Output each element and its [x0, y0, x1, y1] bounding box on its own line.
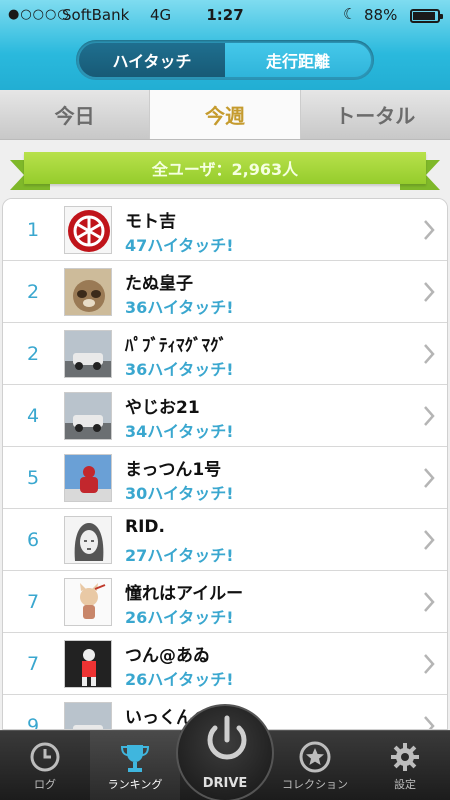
- ranking-row[interactable]: 2 たぬ皇子 36ハイタッチ!: [3, 261, 447, 323]
- tab-ranking-label: ランキング: [107, 778, 163, 791]
- user-avatar: [64, 702, 112, 729]
- chevron-right-icon: [424, 592, 435, 612]
- tab-ranking[interactable]: ランキング: [90, 731, 180, 800]
- ranking-row[interactable]: 1 モト吉 47ハイタッチ!: [3, 199, 447, 261]
- tab-this-week[interactable]: 今週: [149, 90, 301, 139]
- ranking-row[interactable]: 7 つん@あゐ 26ハイタッチ!: [3, 633, 447, 695]
- segment-high-touch[interactable]: ハイタッチ: [79, 43, 225, 77]
- power-icon: [207, 715, 247, 760]
- ranking-row[interactable]: 5 まっつん1号 30ハイタッチ!: [3, 447, 447, 509]
- ranking-row[interactable]: 7 憧れはアイルー 26ハイタッチ!: [3, 571, 447, 633]
- ranking-list[interactable]: 1 モト吉 47ハイタッチ! 2 たぬ皇子 36ハイタッチ! 2 ﾊﾟﾌﾞﾃｨﾏｸﾞﾏｸﾞ 36…: [2, 198, 448, 730]
- chevron-right-icon: [424, 654, 435, 674]
- user-name: まっつん1号: [125, 460, 222, 480]
- rank-number: 6: [26, 529, 40, 551]
- user-name: つん@あゐ: [125, 646, 210, 666]
- segment-distance[interactable]: 走行距離: [225, 43, 371, 77]
- user-name: モト吉: [125, 212, 176, 232]
- user-name: 憧れはアイルー: [125, 584, 244, 604]
- ranking-row[interactable]: 6 RID. 27ハイタッチ!: [3, 509, 447, 571]
- chevron-right-icon: [424, 406, 435, 426]
- tab-total[interactable]: トータル: [301, 90, 450, 139]
- user-count-text: 全ユーザ：2,963人: [24, 152, 426, 184]
- high-touch-count: 26ハイタッチ!: [125, 608, 234, 627]
- chevron-right-icon: [424, 220, 435, 240]
- user-avatar: [64, 640, 112, 688]
- chevron-right-icon: [424, 530, 435, 550]
- high-touch-count: 27ハイタッチ!: [125, 546, 234, 565]
- header: ●○○○○ SoftBank 4G 1:27 ☾ 88% ハイタッチ 走行距離: [0, 0, 450, 90]
- do-not-disturb-icon: ☾: [343, 5, 357, 23]
- tab-log[interactable]: ログ: [0, 731, 90, 800]
- tab-today[interactable]: 今日: [0, 90, 149, 139]
- user-avatar: [64, 330, 112, 378]
- rank-number: 5: [26, 467, 40, 489]
- chevron-right-icon: [424, 344, 435, 364]
- user-avatar: [64, 454, 112, 502]
- battery-percent: 88%: [364, 6, 398, 24]
- user-name: ﾊﾟﾌﾞﾃｨﾏｸﾞﾏｸﾞ: [125, 336, 227, 356]
- star-badge-icon: [299, 741, 331, 773]
- tab-collection-label: コレクション: [282, 778, 348, 791]
- rank-number: 9: [26, 715, 40, 730]
- high-touch-count: 30ハイタッチ!: [125, 484, 234, 503]
- mode-segmented-control: ハイタッチ 走行距離: [76, 40, 374, 80]
- user-avatar: [64, 268, 112, 316]
- user-avatar: [64, 516, 112, 564]
- rank-number: 4: [26, 405, 40, 427]
- status-bar: ●○○○○ SoftBank 4G 1:27 ☾ 88%: [0, 0, 450, 32]
- high-touch-count: 36ハイタッチ!: [125, 298, 234, 317]
- user-avatar: [64, 578, 112, 626]
- clock-icon: [30, 742, 60, 772]
- rank-number: 2: [26, 343, 40, 365]
- high-touch-count: 36ハイタッチ!: [125, 360, 234, 379]
- user-name: やじお21: [125, 398, 200, 418]
- period-tabs: 今日 今週 トータル: [0, 90, 450, 140]
- rank-number: 1: [26, 219, 40, 241]
- user-avatar: [64, 206, 112, 254]
- rank-number: 7: [26, 653, 40, 675]
- drive-label: DRIVE: [202, 776, 248, 791]
- chevron-right-icon: [424, 468, 435, 488]
- chevron-right-icon: [424, 716, 435, 729]
- rank-number: 7: [26, 591, 40, 613]
- tab-settings[interactable]: 設定: [360, 731, 450, 800]
- ranking-row[interactable]: 2 ﾊﾟﾌﾞﾃｨﾏｸﾞﾏｸﾞ 36ハイタッチ!: [3, 323, 447, 385]
- tab-log-label: ログ: [34, 778, 56, 791]
- high-touch-count: 26ハイタッチ!: [125, 670, 234, 689]
- tab-collection[interactable]: コレクション: [270, 731, 360, 800]
- rank-number: 2: [26, 281, 40, 303]
- user-name: RID.: [125, 517, 165, 537]
- user-name: たぬ皇子: [125, 274, 193, 294]
- user-count-banner: 全ユーザ：2,963人: [0, 148, 450, 194]
- tab-settings-label: 設定: [394, 778, 416, 791]
- chevron-right-icon: [424, 282, 435, 302]
- high-touch-count: 34ハイタッチ!: [125, 422, 234, 441]
- gear-icon: [391, 743, 419, 771]
- high-touch-count: 47ハイタッチ!: [125, 236, 234, 255]
- trophy-icon: [120, 745, 150, 772]
- ranking-row[interactable]: 4 やじお21 34ハイタッチ!: [3, 385, 447, 447]
- user-avatar: [64, 392, 112, 440]
- battery-icon: [410, 9, 443, 23]
